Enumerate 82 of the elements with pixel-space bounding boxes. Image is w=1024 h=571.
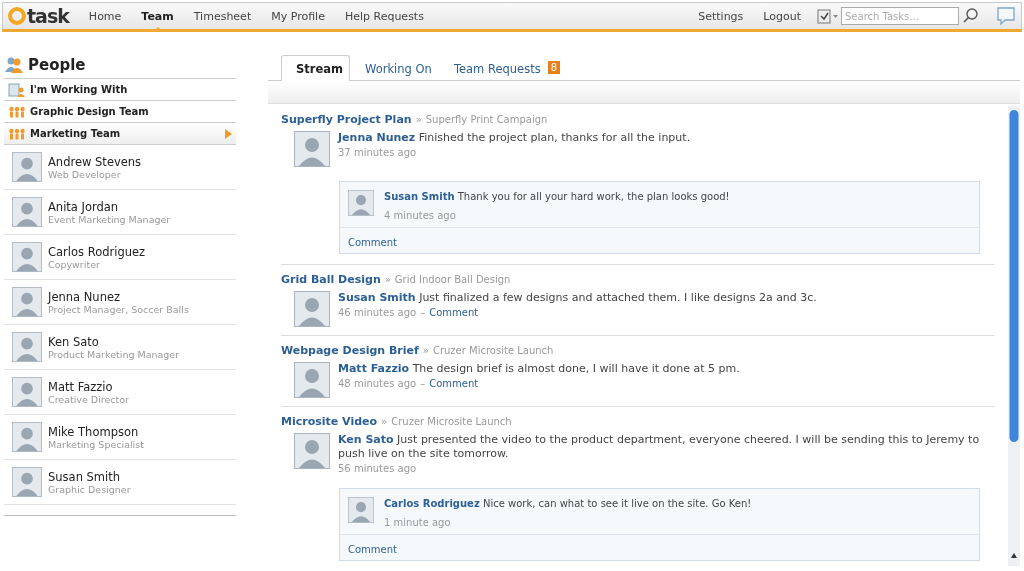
project-link[interactable]: Webpage Design Brief <box>281 344 419 357</box>
person-name[interactable]: Ken Sato <box>48 334 180 349</box>
tab[interactable]: Stream <box>281 55 350 81</box>
nav-tab[interactable]: Home <box>78 3 132 29</box>
timestamp: 1 minute ago <box>384 517 452 528</box>
parent-project: Cruzer Microsite Launch <box>391 416 512 427</box>
nav-tab[interactable]: My Profile <box>261 3 335 29</box>
avatar-icon <box>294 291 330 327</box>
person-name[interactable]: Carlos Rodriguez <box>48 244 146 259</box>
avatar-icon <box>12 197 42 227</box>
project-link[interactable]: Grid Ball Design <box>281 273 381 286</box>
avatar-icon <box>12 152 42 182</box>
update-text: Susan Smith Just finalized a few designs and attached them. I like designs 2a and 3c. <box>338 291 818 305</box>
nav-tab[interactable]: Help Requests <box>334 3 434 29</box>
avatar-icon <box>12 332 42 362</box>
count-badge: 8 <box>547 61 561 74</box>
update-text: Matt Fazzio The design brief is almost done, I will have it done at 5 pm. <box>338 362 741 376</box>
update-text: Jenna Nunez Finished the project plan, thanks for all the input. <box>338 131 692 145</box>
arrow-icon <box>225 128 232 139</box>
person-role: Graphic Designer <box>48 483 131 495</box>
person-role: Creative Director <box>48 393 129 405</box>
comment-text: Susan Smith Thank you for all your hard work, the plan looks good! <box>384 190 731 204</box>
avatar-icon <box>12 287 42 317</box>
separator: » <box>422 345 429 356</box>
avatar-icon <box>294 131 330 167</box>
avatar-icon <box>348 190 374 216</box>
timestamp: 48 minutes ago <box>338 378 417 389</box>
header-link[interactable]: Settings <box>688 3 754 29</box>
separator: » <box>381 416 388 427</box>
search-icon[interactable] <box>961 7 981 25</box>
search-field[interactable]: Search Tasks... <box>841 7 959 25</box>
separator: » <box>384 274 391 285</box>
person-name[interactable]: Andrew Stevens <box>48 154 142 169</box>
person-name[interactable]: Mike Thompson <box>48 424 144 439</box>
logo[interactable]: task <box>7 5 69 27</box>
comment-text: Carlos Rodriguez Nice work, can what to see it live on the site. Go Ken! <box>384 497 753 511</box>
contacts-icon <box>8 82 26 97</box>
comment-link[interactable]: Comment <box>348 237 397 248</box>
avatar-icon <box>294 433 330 469</box>
person-name[interactable]: Jenna Nunez <box>48 289 189 304</box>
timestamp: 46 minutes ago <box>338 307 417 318</box>
scrollbar[interactable] <box>1008 106 1020 566</box>
tab[interactable]: Working On <box>350 56 439 81</box>
project-link[interactable]: Microsite Video <box>281 415 378 428</box>
person-role: Copywriter <box>48 258 100 270</box>
parent-project: Superfly Print Campaign <box>425 114 548 125</box>
avatar-icon <box>12 242 42 272</box>
timestamp: 56 minutes ago <box>338 463 417 474</box>
header-link[interactable]: Logout <box>753 3 811 29</box>
avatar-icon <box>12 377 42 407</box>
nav-tab[interactable]: Team <box>131 3 184 29</box>
timestamp: 4 minutes ago <box>384 210 457 221</box>
comment-link[interactable]: Comment <box>429 307 479 318</box>
nav-tab[interactable]: Timesheet <box>183 3 262 29</box>
parent-project: Grid Indoor Ball Design <box>394 274 511 285</box>
person-role: Product Marketing Manager <box>48 348 180 360</box>
person-name[interactable]: Anita Jordan <box>48 199 171 214</box>
person-role: Web Developer <box>48 168 122 180</box>
comment-link[interactable]: Comment <box>348 544 397 555</box>
person-role: Marketing Specialist <box>48 438 144 450</box>
separator: – <box>420 307 426 318</box>
project-link[interactable]: Superfly Project Plan <box>281 113 412 126</box>
comment-link[interactable]: Comment <box>429 378 479 389</box>
person-role: Project Manager, Soccer Balls <box>48 303 189 315</box>
task-list-icon[interactable] <box>817 8 839 24</box>
team-icon <box>8 127 26 140</box>
avatar-icon <box>12 467 42 497</box>
panel-title: People <box>28 56 86 74</box>
team-icon <box>8 105 26 118</box>
people-icon <box>4 56 24 74</box>
tab[interactable]: Team Requests <box>438 56 548 81</box>
timestamp: 37 minutes ago <box>338 147 417 158</box>
parent-project: Cruzer Microsite Launch <box>432 345 554 356</box>
person-name[interactable]: Matt Fazzio <box>48 379 129 394</box>
avatar-icon <box>12 422 42 452</box>
avatar-icon <box>294 362 330 398</box>
person-name[interactable]: Susan Smith <box>48 469 131 484</box>
person-role: Event Marketing Manager <box>48 213 171 225</box>
separator: » <box>415 114 422 125</box>
avatar-icon <box>348 497 374 523</box>
separator: – <box>420 378 426 389</box>
update-text: Ken Sato Just presented the video to the product department, everyone cheered. I will be sending this to Jeremy to push live on the site tomorrow. <box>338 433 981 461</box>
